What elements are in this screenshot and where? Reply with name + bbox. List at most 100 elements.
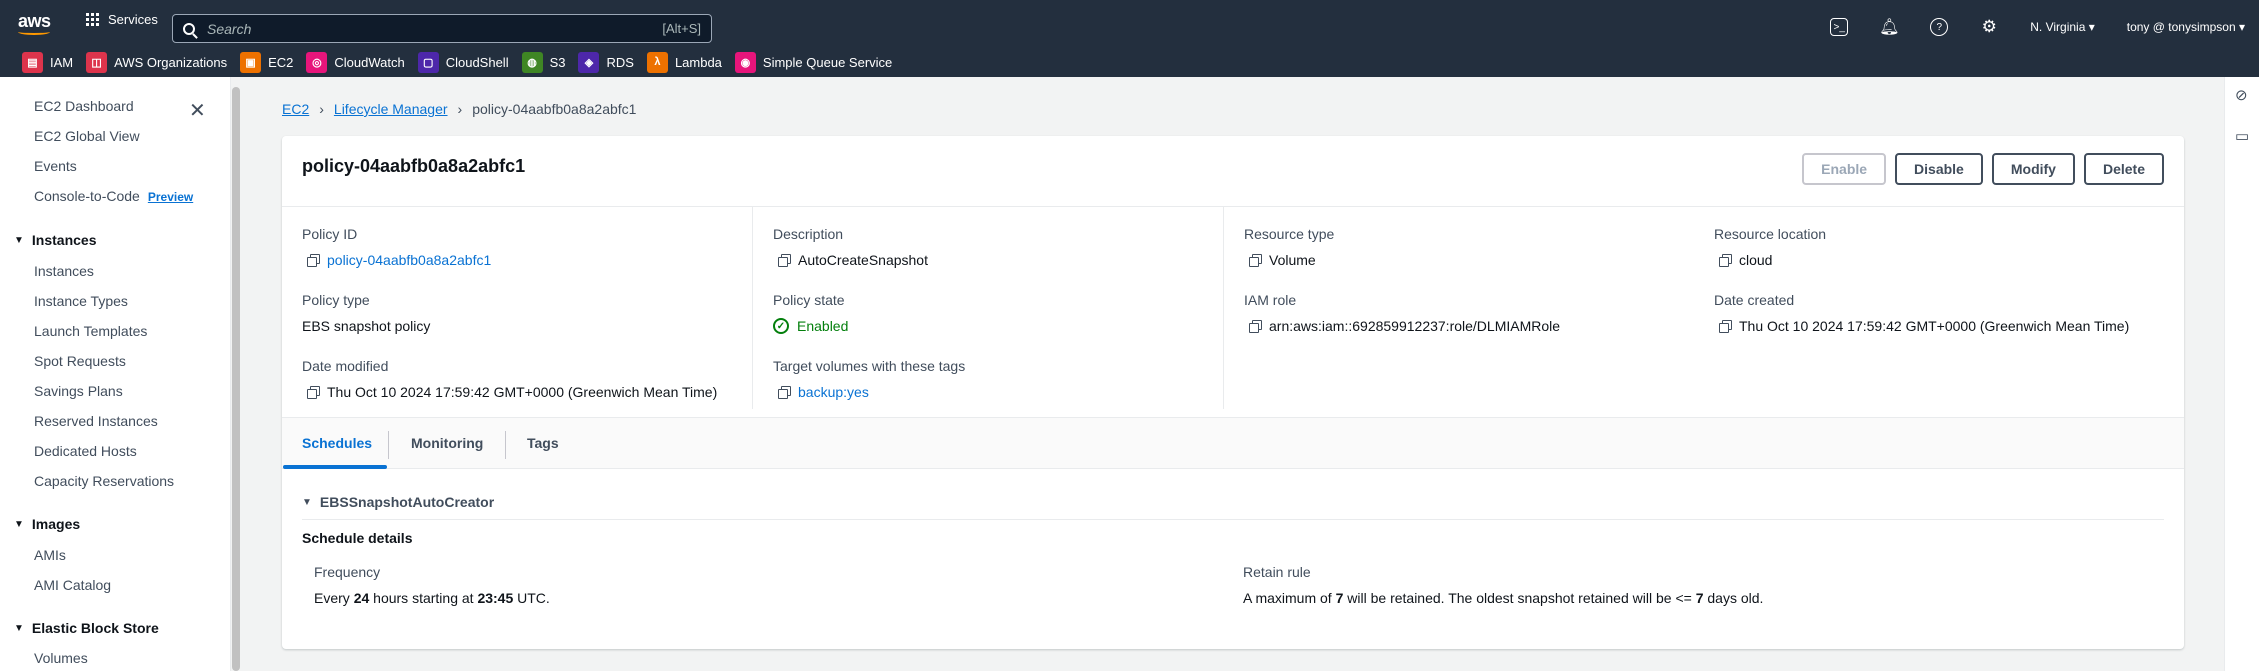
sidebar-item-dedicated-hosts[interactable]: Dedicated Hosts (34, 443, 137, 459)
tutorial-panel-icon[interactable]: ▭ (2235, 127, 2249, 145)
disable-button[interactable]: Disable (1895, 153, 1983, 185)
sidebar-item-spot-requests[interactable]: Spot Requests (34, 353, 126, 369)
retain-rule-field: Retain rule A maximum of 7 will be retai… (1243, 564, 1763, 606)
cloudshell-icon[interactable]: >_ (1830, 18, 1849, 36)
sidebar-item-instance-types[interactable]: Instance Types (34, 293, 128, 309)
modify-button[interactable]: Modify (1991, 153, 2075, 185)
sidebar-section-images[interactable]: ▼ Images (14, 516, 80, 532)
favorite-sqs[interactable]: ◉ Simple Queue Service (734, 51, 893, 73)
ec2-icon: ▣ (240, 51, 262, 73)
help-icon[interactable]: ? (1930, 18, 1949, 36)
info-panel-icon[interactable]: ⊘ (2235, 86, 2248, 104)
tab-monitoring[interactable]: Monitoring (411, 435, 483, 451)
tab-tags[interactable]: Tags (527, 435, 559, 451)
services-grid-icon (86, 12, 100, 27)
sidebar-item-reserved-instances[interactable]: Reserved Instances (34, 413, 158, 429)
section-label: Instances (31, 232, 97, 248)
favorite-label: Simple Queue Service (762, 54, 893, 70)
field-value: Volume (1269, 252, 1316, 268)
divider (302, 519, 2164, 520)
aws-logo-text: aws (18, 11, 51, 31)
copy-icon[interactable] (778, 254, 791, 267)
copy-icon[interactable] (1719, 254, 1732, 267)
copy-icon[interactable] (307, 254, 320, 267)
favorite-label: AWS Organizations (114, 54, 228, 70)
settings-gear-icon[interactable]: ⚙ (1980, 17, 1998, 36)
favorite-lambda[interactable]: λ Lambda (646, 51, 722, 73)
policy-id-link[interactable]: policy-04aabfb0a8a2abfc1 (327, 252, 491, 268)
schedule-details-heading: Schedule details (302, 530, 413, 546)
date-created-field: Date created Thu Oct 10 2024 17:59:42 GM… (1714, 292, 2129, 334)
retain-count: 7 (1335, 590, 1344, 606)
aws-logo[interactable]: aws (18, 11, 51, 35)
ec2-side-navigation: ✕ EC2 Dashboard EC2 Global View Events C… (0, 77, 231, 671)
sidebar-item-ec2-global-view[interactable]: EC2 Global View (34, 128, 140, 144)
breadcrumb-ec2[interactable]: EC2 (282, 101, 309, 117)
copy-icon[interactable] (778, 386, 791, 399)
account-menu[interactable]: tony @ tonysimpson ▾ (2127, 20, 2245, 34)
success-check-icon: ✓ (773, 318, 789, 334)
tab-divider (505, 431, 506, 459)
s3-icon: ◍ (521, 51, 543, 73)
close-navigation-icon[interactable]: ✕ (189, 98, 206, 123)
schedule-expander[interactable]: ▼ EBSSnapshotAutoCreator (302, 494, 494, 510)
preview-badge[interactable]: Preview (148, 190, 193, 204)
favorite-ec2[interactable]: ▣ EC2 (240, 51, 294, 73)
sidebar-item-capacity-reservations[interactable]: Capacity Reservations (34, 473, 174, 489)
sidebar-section-elastic-block-store[interactable]: ▼ Elastic Block Store (14, 620, 159, 636)
sidebar-item-savings-plans[interactable]: Savings Plans (34, 383, 123, 399)
copy-icon[interactable] (1249, 254, 1262, 267)
copy-icon[interactable] (1249, 320, 1262, 333)
favorite-iam[interactable]: ▤ IAM (22, 51, 73, 73)
field-label: Description (773, 226, 844, 242)
caret-down-icon: ▼ (302, 496, 312, 508)
copy-icon[interactable] (307, 386, 320, 399)
field-label: Policy ID (302, 226, 358, 242)
favorite-organizations[interactable]: ◫ AWS Organizations (86, 51, 228, 73)
enable-button[interactable]: Enable (1802, 153, 1887, 185)
retain-rule-value: A maximum of 7 will be retained. The old… (1243, 590, 1763, 606)
sidebar-item-amis[interactable]: AMIs (34, 547, 66, 563)
field-label: Resource type (1244, 226, 1335, 242)
favorite-label: RDS (606, 54, 634, 70)
sidebar-item-ami-catalog[interactable]: AMI Catalog (34, 577, 111, 593)
favorite-s3[interactable]: ◍ S3 (521, 51, 565, 73)
cloudshell-icon: ▢ (417, 51, 439, 73)
sidebar-item-console-to-code[interactable]: Console-to-Code Preview (34, 188, 193, 204)
search-input[interactable]: Search [Alt+S] (172, 14, 712, 43)
field-label: Date modified (302, 358, 389, 374)
details-column-4: Resource location cloud Date created Thu… (1694, 207, 2184, 409)
favorite-label: EC2 (268, 54, 294, 70)
frequency-field: Frequency Every 24 hours starting at 23:… (314, 564, 550, 606)
region-selector[interactable]: N. Virginia ▾ (2030, 20, 2095, 34)
sidebar-scrollbar-thumb[interactable] (232, 87, 240, 671)
chevron-right-icon: › (457, 101, 463, 117)
breadcrumb-current: policy-04aabfb0a8a2abfc1 (472, 101, 637, 117)
favorite-cloudshell[interactable]: ▢ CloudShell (417, 51, 509, 73)
tab-schedules[interactable]: Schedules (302, 435, 372, 451)
breadcrumb-lifecycle-manager[interactable]: Lifecycle Manager (334, 101, 448, 117)
notifications-bell-icon[interactable]: 🔔︎ (1879, 18, 1899, 36)
iam-role-field: IAM role arn:aws:iam::692859912237:role/… (1244, 292, 1560, 334)
policy-type-field: Policy type EBS snapshot policy (302, 292, 430, 334)
copy-icon[interactable] (1719, 320, 1732, 333)
delete-button[interactable]: Delete (2083, 153, 2164, 185)
sidebar-section-instances[interactable]: ▼ Instances (14, 232, 97, 248)
field-label: Policy type (302, 292, 370, 308)
services-menu-button[interactable]: Services (86, 12, 158, 27)
sidebar-item-events[interactable]: Events (34, 158, 77, 174)
caret-down-icon: ▼ (14, 622, 24, 634)
text-fragment: Every (314, 590, 350, 606)
favorite-cloudwatch[interactable]: ◎ CloudWatch (306, 51, 405, 73)
sidebar-item-ec2-dashboard[interactable]: EC2 Dashboard (34, 98, 134, 114)
description-field: Description AutoCreateSnapshot (773, 226, 928, 268)
sidebar-item-instances[interactable]: Instances (34, 263, 94, 279)
resource-type-field: Resource type Volume (1244, 226, 1334, 268)
sidebar-item-launch-templates[interactable]: Launch Templates (34, 323, 147, 339)
text-fragment: will be retained. The oldest snapshot re… (1347, 590, 1692, 606)
favorite-rds[interactable]: ◈ RDS (578, 51, 634, 73)
target-tag-link[interactable]: backup:yes (798, 384, 869, 400)
resource-location-field: Resource location cloud (1714, 226, 1826, 268)
sidebar-item-volumes[interactable]: Volumes (34, 650, 88, 666)
text-fragment: days old. (1707, 590, 1764, 606)
